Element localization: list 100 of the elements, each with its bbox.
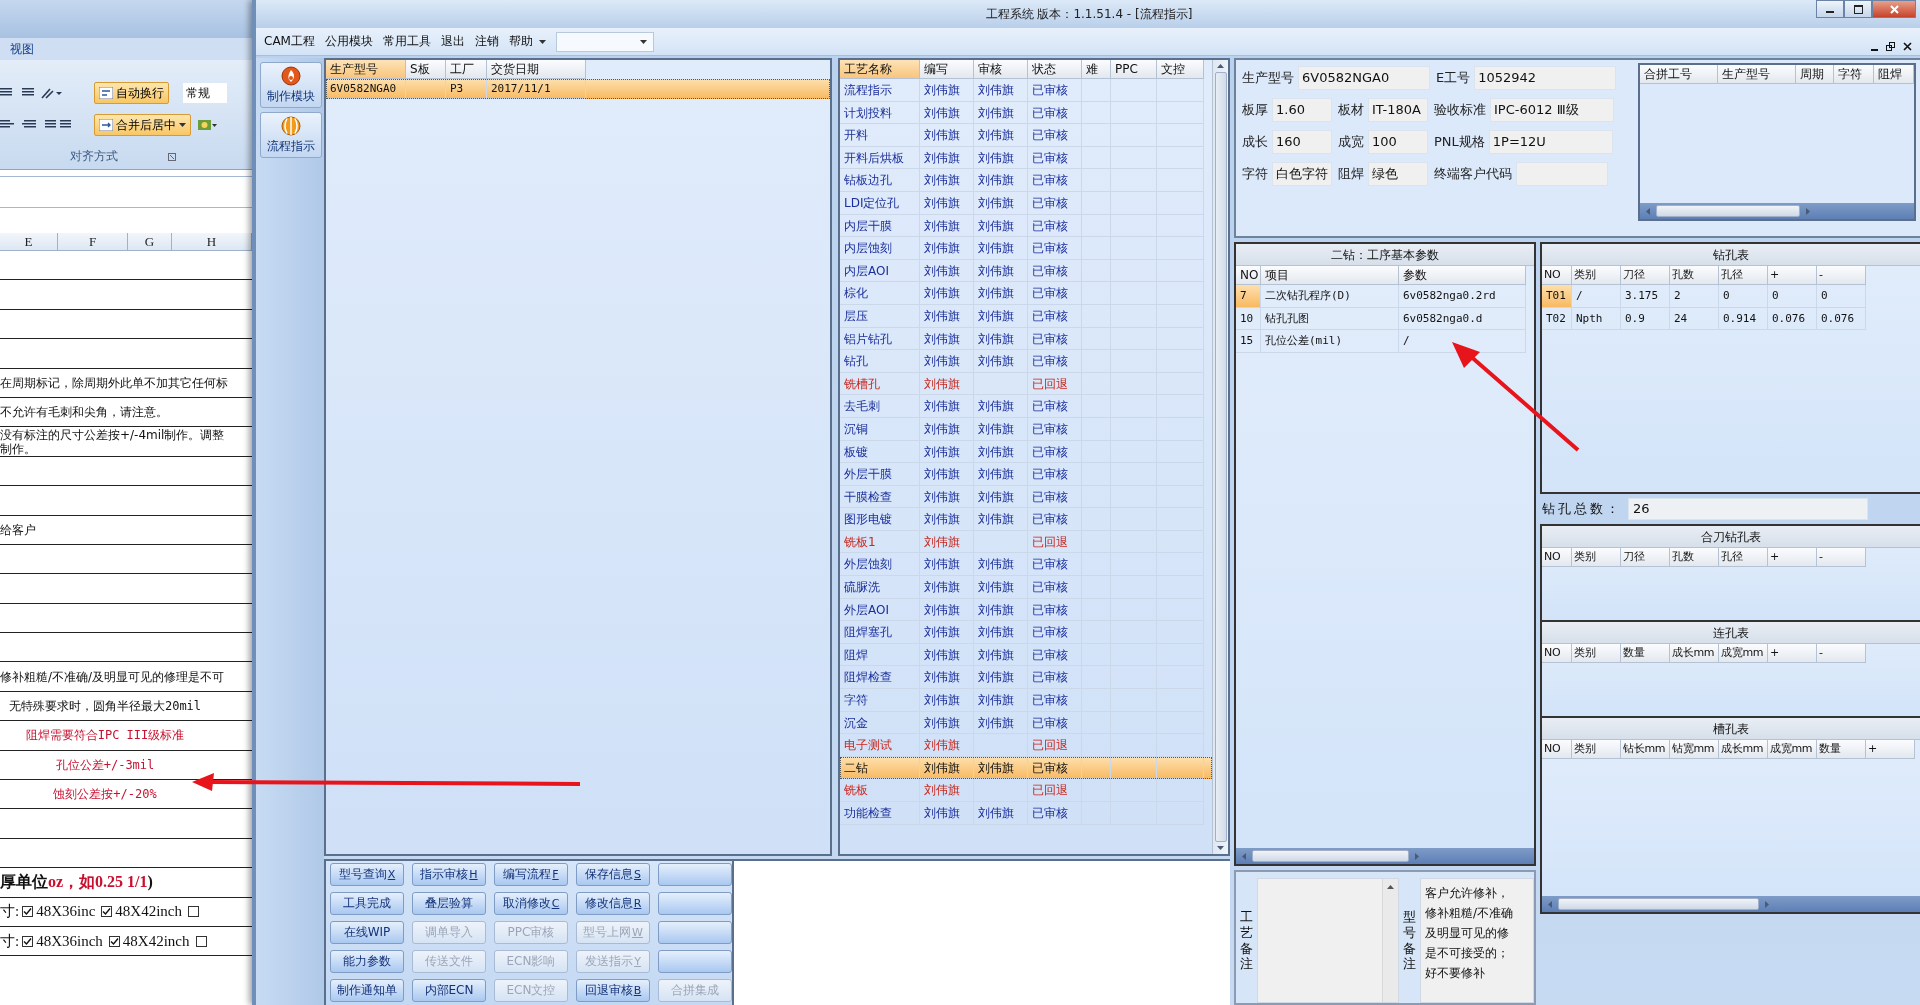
- column-header[interactable]: 孔径: [1719, 548, 1768, 567]
- command-button[interactable]: 编写流程F: [494, 863, 568, 886]
- column-header[interactable]: 项目: [1261, 266, 1399, 285]
- table-row[interactable]: T01 / 3.175 2 0 0 0: [1542, 285, 1920, 308]
- up-arrow-icon[interactable]: [1217, 64, 1224, 68]
- column-header[interactable]: 类别: [1572, 740, 1621, 759]
- table-row[interactable]: 铣板1 刘伟旗 已回退: [840, 530, 1212, 554]
- column-header[interactable]: NO: [1542, 644, 1572, 663]
- column-header[interactable]: 阻焊: [1874, 65, 1914, 84]
- table-row[interactable]: 内层干膜 刘伟旗 刘伟旗 已审核: [840, 214, 1212, 238]
- table-row[interactable]: 电子测试 刘伟旗 已回退: [840, 734, 1212, 757]
- table-row[interactable]: 去毛刺 刘伟旗 刘伟旗 已审核: [840, 395, 1212, 418]
- table-row[interactable]: 阻焊塞孔 刘伟旗 刘伟旗 已审核: [840, 621, 1212, 644]
- up-arrow-icon[interactable]: [1387, 885, 1394, 889]
- table-row[interactable]: 开料后烘板 刘伟旗 刘伟旗 已审核: [840, 146, 1212, 170]
- column-header[interactable]: NO: [1236, 266, 1261, 285]
- text-field[interactable]: IPC-6012 Ⅲ级: [1490, 98, 1614, 122]
- column-header[interactable]: 数量: [1621, 644, 1670, 663]
- table-row[interactable]: 6V0582NGA0 P3 2017/11/1: [326, 79, 830, 99]
- text-field[interactable]: IT-180A: [1368, 98, 1428, 122]
- table-row[interactable]: 外层干膜 刘伟旗 刘伟旗 已审核: [840, 463, 1212, 486]
- column-header[interactable]: 文控: [1157, 60, 1204, 79]
- text-field[interactable]: 绿色: [1368, 162, 1428, 186]
- table-row[interactable]: 内层AOI 刘伟旗 刘伟旗 已审核: [840, 259, 1212, 283]
- column-header[interactable]: 状态: [1028, 60, 1082, 79]
- table-row[interactable]: 硫脲洗 刘伟旗 刘伟旗 已审核: [840, 576, 1212, 599]
- table-row[interactable]: 字符 刘伟旗 刘伟旗 已审核: [840, 689, 1212, 712]
- command-button[interactable]: 取消修改C: [494, 892, 568, 915]
- column-header[interactable]: NO: [1542, 548, 1572, 567]
- command-button[interactable]: [658, 863, 732, 886]
- vertical-scrollbar[interactable]: [1212, 60, 1228, 854]
- column-header[interactable]: 审核: [974, 60, 1028, 79]
- scroll-thumb[interactable]: [1214, 72, 1227, 842]
- table-row[interactable]: 外层AOI 刘伟旗 刘伟旗 已审核: [840, 598, 1212, 622]
- column-header[interactable]: S板: [406, 60, 446, 79]
- checkbox[interactable]: [101, 906, 113, 918]
- column-header[interactable]: 数量: [1817, 740, 1866, 759]
- orientation-icon[interactable]: [40, 86, 62, 100]
- text-field[interactable]: 1052942: [1474, 66, 1617, 90]
- column-header[interactable]: PPC: [1111, 60, 1157, 79]
- down-arrow-icon[interactable]: [1217, 846, 1224, 850]
- column-header[interactable]: +: [1768, 644, 1817, 663]
- text-field[interactable]: 26: [1628, 498, 1868, 520]
- table-row[interactable]: 二钻 刘伟旗 刘伟旗 已审核: [840, 756, 1212, 780]
- command-button[interactable]: 制作通知单: [330, 979, 404, 1002]
- command-button[interactable]: [658, 950, 732, 973]
- table-row[interactable]: 图形电镀 刘伟旗 刘伟旗 已审核: [840, 508, 1212, 531]
- text-field[interactable]: 1P=12U: [1488, 130, 1613, 154]
- nav-button[interactable]: 流程指示: [260, 112, 322, 158]
- checkbox[interactable]: [108, 935, 120, 947]
- command-button[interactable]: 能力参数: [330, 950, 404, 973]
- command-button[interactable]: 指示审核H: [412, 863, 486, 886]
- column-header[interactable]: +: [1768, 266, 1817, 285]
- menu-item[interactable]: CAM工程: [264, 33, 315, 50]
- minimize-button[interactable]: [1816, 0, 1844, 18]
- scroll-thumb[interactable]: [1252, 850, 1410, 862]
- column-header[interactable]: 类别: [1572, 548, 1621, 567]
- table-row[interactable]: 板镀 刘伟旗 刘伟旗 已审核: [840, 440, 1212, 464]
- column-header[interactable]: 钻宽mm: [1670, 740, 1719, 759]
- column-header[interactable]: +: [1768, 548, 1817, 567]
- command-button[interactable]: 工具完成: [330, 892, 404, 915]
- table-row[interactable]: 铣板 刘伟旗 已回退: [840, 779, 1212, 802]
- text-area[interactable]: 客户允许修补， 修补粗糙/不准确 及明显可见的修 是不可接受的； 好不要修补: [1420, 878, 1534, 1003]
- table-row[interactable]: 内层蚀刻 刘伟旗 刘伟旗 已审核: [840, 237, 1212, 260]
- horizontal-scrollbar[interactable]: [1640, 203, 1914, 219]
- column-header[interactable]: 生产型号: [1718, 65, 1796, 84]
- vertical-scrollbar[interactable]: [1382, 879, 1398, 1002]
- column-header[interactable]: 字符: [1834, 65, 1874, 84]
- table-row[interactable]: 钻板边孔 刘伟旗 刘伟旗 已审核: [840, 169, 1212, 192]
- close-icon[interactable]: [1903, 42, 1912, 51]
- command-button[interactable]: 叠层验算: [412, 892, 486, 915]
- checkbox[interactable]: [188, 906, 199, 918]
- text-field[interactable]: 160: [1272, 130, 1332, 154]
- command-button[interactable]: 型号查询X: [330, 863, 404, 886]
- dialog-launcher-icon[interactable]: [168, 152, 176, 161]
- column-header[interactable]: 类别: [1572, 644, 1621, 663]
- text-field[interactable]: 1.60: [1272, 98, 1332, 122]
- merge-center-button[interactable]: 合并后居中: [94, 114, 191, 136]
- command-button[interactable]: 回退审核B: [576, 979, 650, 1002]
- command-button[interactable]: 修改信息R: [576, 892, 650, 915]
- column-header[interactable]: 成长mm: [1719, 740, 1768, 759]
- left-arrow-icon[interactable]: [1646, 207, 1650, 215]
- table-row[interactable]: 计划投料 刘伟旗 刘伟旗 已审核: [840, 101, 1212, 125]
- column-header[interactable]: 成宽mm: [1768, 740, 1817, 759]
- column-header[interactable]: 工艺名称: [840, 60, 920, 79]
- text-field[interactable]: 6V0582NGA0: [1298, 66, 1430, 90]
- maximize-button[interactable]: [1844, 0, 1872, 18]
- close-button[interactable]: [1872, 0, 1916, 18]
- table-row[interactable]: 层压 刘伟旗 刘伟旗 已审核: [840, 304, 1212, 328]
- table-row[interactable]: 外层蚀刻 刘伟旗 刘伟旗 已审核: [840, 553, 1212, 577]
- table-row[interactable]: 沉铜 刘伟旗 刘伟旗 已审核: [840, 417, 1212, 441]
- column-header[interactable]: 钻长mm: [1621, 740, 1670, 759]
- command-button[interactable]: [658, 892, 732, 915]
- table-row[interactable]: 阻焊 刘伟旗 刘伟旗 已审核: [840, 643, 1212, 667]
- column-header[interactable]: 合拼工号: [1640, 65, 1718, 84]
- nav-button[interactable]: 制作模块: [260, 62, 322, 108]
- currency-icon[interactable]: [197, 118, 217, 132]
- checkbox[interactable]: [22, 906, 34, 918]
- column-header[interactable]: -: [1817, 644, 1866, 663]
- menu-item[interactable]: 注销: [474, 33, 499, 50]
